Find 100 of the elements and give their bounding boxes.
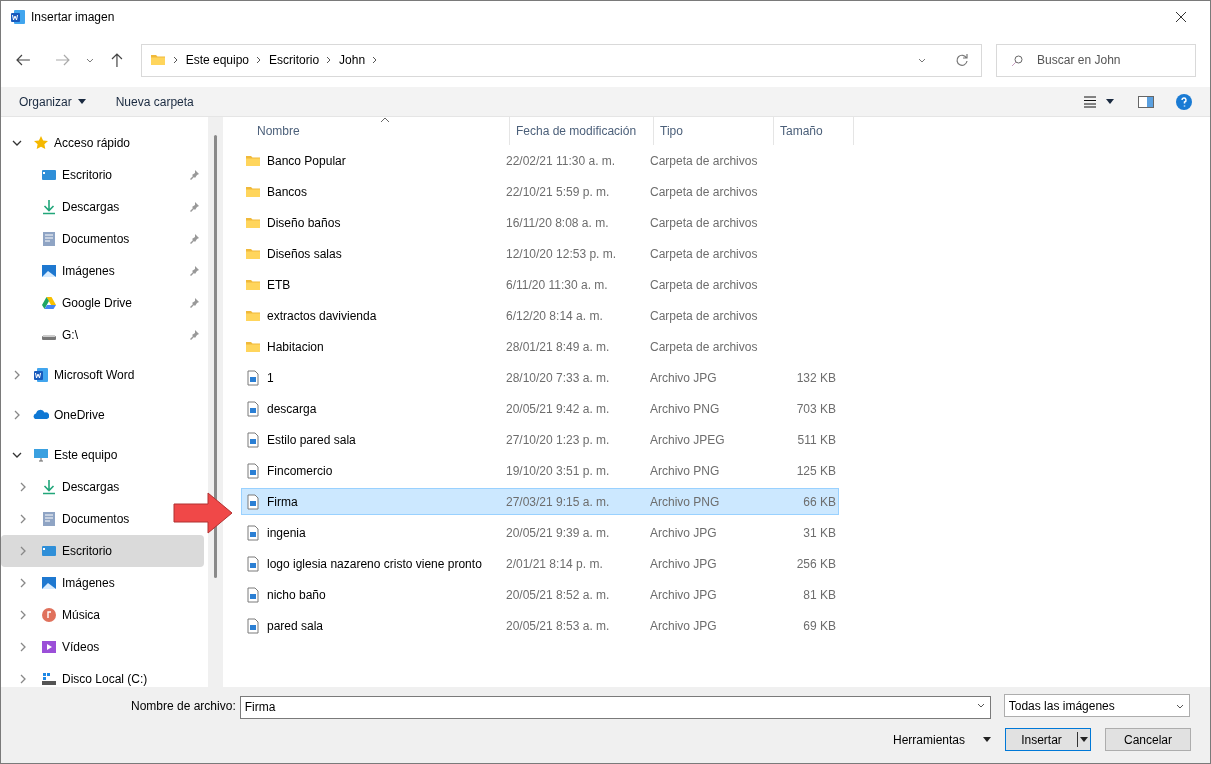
nav-label: G:\: [62, 327, 79, 344]
file-size: 256 KB: [795, 555, 836, 573]
nav-item[interactable]: Este equipo: [1, 439, 122, 471]
file-type: Archivo JPG: [649, 586, 718, 604]
nav-item[interactable]: Descargas: [1, 471, 124, 503]
view-list-icon[interactable]: [1083, 95, 1097, 108]
nav-item[interactable]: Imágenes: [1, 567, 119, 599]
pin-icon[interactable]: [188, 297, 200, 309]
nav-item[interactable]: Vídeos: [1, 631, 104, 663]
refresh-icon[interactable]: [955, 53, 970, 67]
file-type: Archivo PNG: [649, 462, 721, 480]
nav-item[interactable]: Descargas: [1, 191, 204, 223]
modified-date: 20/05/21 8:52 a. m.: [505, 586, 611, 604]
pin-icon[interactable]: [188, 329, 200, 341]
file-name: 1: [267, 369, 274, 387]
pin-icon[interactable]: [188, 201, 200, 213]
file-row[interactable]: Bancos 22/10/21 5:59 p. m. Carpeta de archivos: [241, 178, 839, 205]
file-row[interactable]: Banco Popular 22/02/21 11:30 a. m. Carpeta de archivos: [241, 147, 839, 174]
file-type-dropdown[interactable]: Todas las imágenes: [1003, 694, 1190, 717]
file-type: Carpeta de archivos: [649, 276, 759, 294]
file-row[interactable]: Diseño baños 16/11/20 8:08 a. m. Carpeta de archivos: [241, 209, 839, 236]
forward-arrow-icon[interactable]: [54, 52, 71, 68]
modified-date: 20/05/21 9:39 a. m.: [505, 524, 611, 542]
file-name: Diseño baños: [267, 214, 341, 232]
file-row[interactable]: nicho baño 20/05/21 8:52 a. m. Archivo JPG 81 KB: [241, 581, 839, 608]
column-header[interactable]: Tipo: [654, 117, 774, 145]
nav-item[interactable]: Escritorio: [1, 159, 204, 191]
nav-label: Este equipo: [54, 447, 118, 464]
help-icon[interactable]: [1176, 93, 1192, 110]
document-icon: [41, 511, 57, 527]
nav-item[interactable]: Música: [1, 599, 104, 631]
close-icon: [1175, 11, 1187, 23]
filename-field[interactable]: Firma: [239, 695, 991, 719]
file-size: 125 KB: [795, 462, 836, 480]
file-name: logo iglesia nazareno cristo viene pronto: [267, 555, 482, 573]
file-row[interactable]: 1 28/10/20 7:33 a. m. Archivo JPG 132 KB: [241, 364, 839, 391]
nav-label: Descargas: [62, 479, 120, 496]
file-type: Archivo JPG: [649, 369, 718, 387]
column-header[interactable]: Nombre: [235, 117, 510, 145]
file-row[interactable]: ingenia 20/05/21 9:39 a. m. Archivo JPG 31 KB: [241, 519, 839, 546]
file-name: ingenia: [267, 524, 306, 542]
separator-chevron-icon: [171, 56, 180, 64]
nav-item[interactable]: Acceso rápido: [1, 127, 135, 159]
column-header[interactable]: Tamaño: [774, 117, 854, 145]
file-size: 511 KB: [796, 431, 836, 449]
nav-item[interactable]: Disco Local (C:): [1, 663, 152, 687]
file-type: Carpeta de archivos: [649, 307, 759, 325]
pin-icon[interactable]: [188, 233, 200, 245]
file-row[interactable]: ETB 6/11/20 11:30 a. m. Carpeta de archivos: [241, 271, 839, 298]
file-size: 132 KB: [795, 369, 836, 387]
breadcrumb[interactable]: Escritorio: [269, 51, 320, 69]
file-name: Estilo pared sala: [267, 431, 356, 449]
nav-label: Google Drive: [62, 295, 134, 312]
file-row[interactable]: Diseños salas 12/10/20 12:53 p. m. Carpeta de archivos: [241, 240, 839, 267]
nav-item[interactable]: Documentos: [1, 503, 134, 535]
column-header[interactable]: Fecha de modificación: [510, 117, 654, 145]
breadcrumb[interactable]: John: [339, 51, 366, 69]
modified-date: 19/10/20 3:51 p. m.: [505, 462, 611, 480]
address-bar[interactable]: Este equipo Escritorio John: [140, 43, 983, 77]
file-row[interactable]: descarga 20/05/21 9:42 a. m. Archivo PNG 703 KB: [241, 395, 839, 422]
preview-pane-icon[interactable]: [1138, 95, 1154, 108]
nav-item[interactable]: G:\: [1, 319, 204, 351]
new-folder-button[interactable]: Nueva carpeta: [115, 92, 194, 111]
file-row[interactable]: pared sala 20/05/21 8:53 a. m. Archivo JPG 69 KB: [241, 612, 839, 639]
cancel-button[interactable]: Cancelar: [1105, 728, 1191, 751]
image-file-icon: [245, 462, 261, 479]
nav-item[interactable]: Documentos: [1, 223, 204, 255]
tools-menu[interactable]: Herramientas: [892, 730, 991, 749]
file-row[interactable]: Firma 27/03/21 9:15 a. m. Archivo PNG 66 KB: [241, 488, 839, 515]
insert-button[interactable]: Insertar: [1005, 728, 1091, 751]
pin-icon[interactable]: [188, 169, 200, 181]
file-row[interactable]: Habitacion 28/01/21 8:49 a. m. Carpeta de archivos: [241, 333, 839, 360]
breadcrumb[interactable]: Este equipo: [185, 51, 250, 69]
search-field[interactable]: Buscar en John: [996, 43, 1196, 77]
nav-item[interactable]: OneDrive: [1, 399, 109, 431]
file-row[interactable]: logo iglesia nazareno cristo viene pronto 2/01/21 8:14 p. m. Archivo JPG 256 KB: [241, 550, 839, 577]
scrollbar-thumb[interactable]: [214, 135, 217, 578]
caret-icon[interactable]: [1106, 99, 1114, 104]
file-row[interactable]: Fincomercio 19/10/20 3:51 p. m. Archivo PNG 125 KB: [241, 457, 839, 484]
nav-item[interactable]: Microsoft Word: [1, 359, 139, 391]
nav-label: Vídeos: [62, 639, 100, 656]
nav-label: OneDrive: [54, 407, 105, 424]
modified-date: 27/03/21 9:15 a. m.: [505, 493, 611, 511]
file-size: 66 KB: [802, 493, 836, 511]
file-row[interactable]: extractos davivienda 6/12/20 8:14 a. m. Carpeta de archivos: [241, 302, 839, 329]
nav-item[interactable]: Imágenes: [1, 255, 204, 287]
file-type: Archivo PNG: [649, 493, 721, 511]
nav-item[interactable]: Escritorio: [1, 535, 204, 567]
file-row[interactable]: Estilo pared sala 27/10/20 1:23 p. m. Archivo JPEG 511 KB: [241, 426, 839, 453]
filename-label: Nombre de archivo:: [131, 697, 236, 715]
modified-date: 27/10/20 1:23 p. m.: [505, 431, 611, 449]
file-size: 81 KB: [802, 586, 836, 604]
modified-date: 16/11/20 8:08 a. m.: [505, 214, 610, 232]
nav-label: Acceso rápido: [54, 135, 131, 152]
organize-menu[interactable]: Organizar: [19, 92, 86, 111]
nav-item[interactable]: Google Drive: [1, 287, 204, 319]
music-icon: [41, 607, 57, 623]
file-name: descarga: [267, 400, 317, 418]
back-arrow-icon[interactable]: [15, 52, 31, 68]
pin-icon[interactable]: [188, 265, 200, 277]
